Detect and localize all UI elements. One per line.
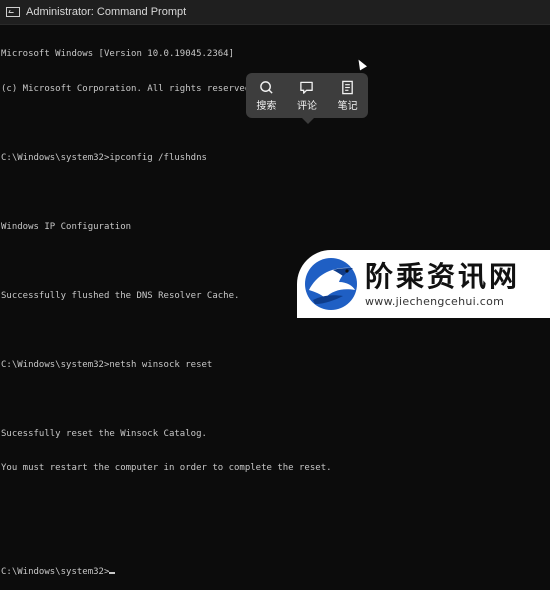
eagle-logo-icon — [303, 256, 359, 312]
console-line: Microsoft Windows [Version 10.0.19045.23… — [1, 49, 234, 59]
window-titlebar[interactable]: Administrator: Command Prompt — [0, 0, 550, 25]
note-label: 笔记 — [337, 100, 358, 112]
search-label: 搜索 — [256, 100, 277, 112]
comment-label: 评论 — [296, 100, 317, 112]
console-prompt-line[interactable]: C:\Windows\system32> — [1, 567, 550, 579]
window-title: Administrator: Command Prompt — [26, 6, 187, 18]
search-button[interactable]: 搜索 — [248, 80, 284, 112]
watermark-title: 阶乘资讯网 — [365, 259, 521, 293]
console-line: Windows IP Configuration — [1, 221, 132, 232]
command-prompt-icon — [6, 7, 20, 17]
console-line: Sucessfully reset the Winsock Catalog. — [1, 428, 207, 439]
comment-button[interactable]: 评论 — [289, 80, 325, 112]
console-prompt: C:\Windows\system32> — [1, 566, 110, 577]
console-line: C:\Windows\system32>netsh winsock reset — [1, 359, 213, 370]
watermark-url: www.jiechengcehui.com — [365, 294, 505, 308]
context-popup: 搜索 评论 笔记 — [246, 73, 368, 124]
search-icon — [260, 80, 273, 94]
text-cursor — [109, 571, 116, 574]
comment-icon — [300, 81, 314, 94]
console-line: C:\Windows\system32>ipconfig /flushdns — [1, 152, 207, 163]
note-icon — [342, 80, 353, 94]
site-watermark: 阶乘资讯网 www.jiechengcehui.com — [297, 250, 550, 318]
note-button[interactable]: 笔记 — [330, 80, 366, 112]
console-line: You must restart the computer in order t… — [1, 463, 332, 473]
